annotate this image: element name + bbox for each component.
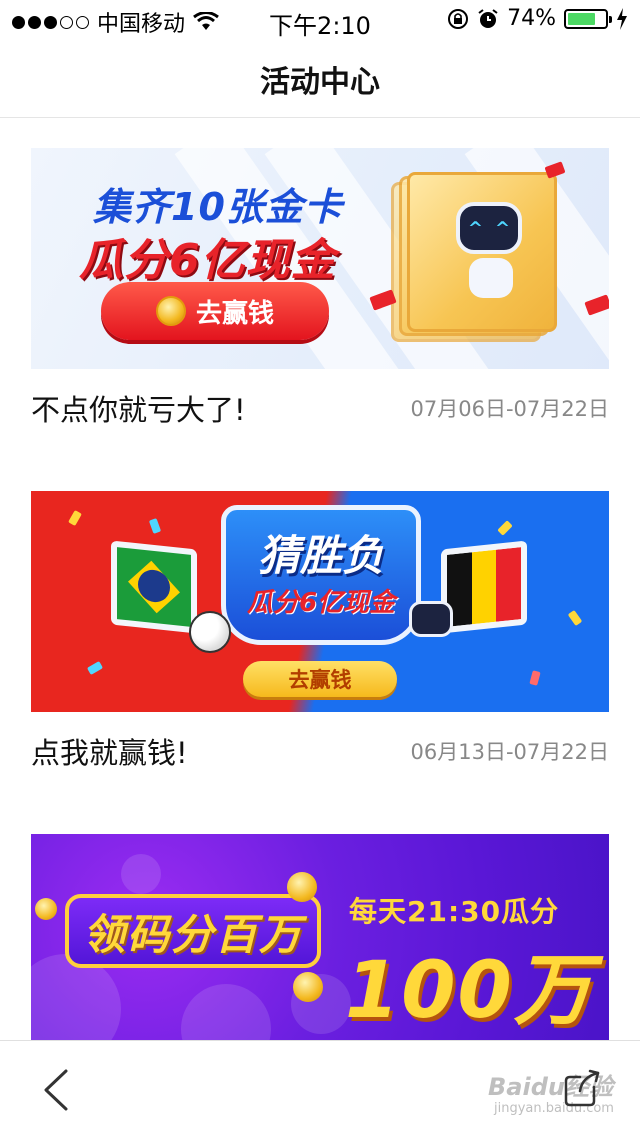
banner-subheadline: 瓜分6亿现金	[246, 588, 396, 618]
banner-cta-label: 去赢钱	[195, 298, 274, 329]
activity-date-range: 07月06日-07月22日	[410, 397, 609, 421]
status-bar: 中国移动 下午2:10 74%	[0, 0, 640, 40]
robot-mascot-icon: ^ ^	[456, 202, 526, 302]
brazil-flag-icon	[111, 540, 197, 634]
activity-list: 集齐10张金卡 瓜分6亿现金 去赢钱 ^ ^ 不点你就亏大了! 07月06日-07	[0, 118, 640, 1040]
activity-card-2[interactable]: 猜胜负 瓜分6亿现金 去赢钱 点我就赢钱! 06月13日-07月22日	[31, 491, 609, 790]
coin-icon	[287, 872, 317, 902]
activity-card-3[interactable]: 领码分百万 每天21:30瓜分 100万	[31, 834, 609, 1040]
battery-percent: 74%	[507, 6, 556, 31]
bottom-toolbar: Baidu经验 jingyan.baidu.com	[0, 1040, 640, 1136]
banner-cta-label: 去赢钱	[288, 668, 352, 692]
banner-headline: 领码分百万	[65, 894, 321, 968]
activity-banner-2[interactable]: 猜胜负 瓜分6亿现金 去赢钱	[31, 491, 609, 712]
banner-subheadline: 每天21:30瓜分	[349, 895, 560, 928]
activity-meta-2: 点我就赢钱! 06月13日-07月22日	[31, 712, 609, 790]
coin-icon	[293, 972, 323, 1002]
alarm-icon	[478, 8, 498, 28]
activity-title: 不点你就亏大了!	[31, 393, 246, 427]
coin-icon	[155, 296, 186, 326]
banner-cta-button[interactable]: 去赢钱	[243, 661, 397, 697]
activity-title: 点我就赢钱!	[31, 736, 188, 770]
activity-banner-1[interactable]: 集齐10张金卡 瓜分6亿现金 去赢钱 ^ ^	[31, 148, 609, 369]
coin-icon	[35, 898, 57, 920]
page-title: 活动中心	[260, 64, 380, 100]
soccer-ball-icon	[189, 611, 231, 653]
activity-banner-3[interactable]: 领码分百万 每天21:30瓜分 100万	[31, 834, 609, 1040]
battery-icon	[564, 8, 612, 29]
banner-prize-amount: 100万	[345, 946, 594, 1036]
activity-date-range: 06月13日-07月22日	[410, 740, 609, 764]
banner-cta-button[interactable]: 去赢钱	[101, 282, 329, 340]
belgium-flag-icon	[441, 540, 527, 634]
banner-shield: 猜胜负 瓜分6亿现金	[221, 505, 421, 645]
banner-headline: 猜胜负	[257, 531, 384, 580]
rotation-lock-icon	[448, 8, 469, 29]
status-right: 74%	[447, 6, 628, 31]
robot-mascot-icon	[409, 601, 453, 637]
activity-meta-1: 不点你就亏大了! 07月06日-07月22日	[31, 369, 609, 447]
battery-fill	[568, 12, 595, 25]
share-icon[interactable]	[560, 1067, 604, 1111]
activity-card-1[interactable]: 集齐10张金卡 瓜分6亿现金 去赢钱 ^ ^ 不点你就亏大了! 07月06日-07	[31, 148, 609, 447]
chevron-left-icon[interactable]	[36, 1067, 76, 1113]
banner-headline: 集齐10张金卡	[93, 185, 343, 229]
banner-subheadline: 瓜分6亿现金	[79, 235, 336, 286]
nav-bar: 活动中心	[0, 40, 640, 118]
gold-card-illustration: ^ ^	[391, 172, 571, 342]
charging-bolt-icon	[617, 7, 627, 30]
